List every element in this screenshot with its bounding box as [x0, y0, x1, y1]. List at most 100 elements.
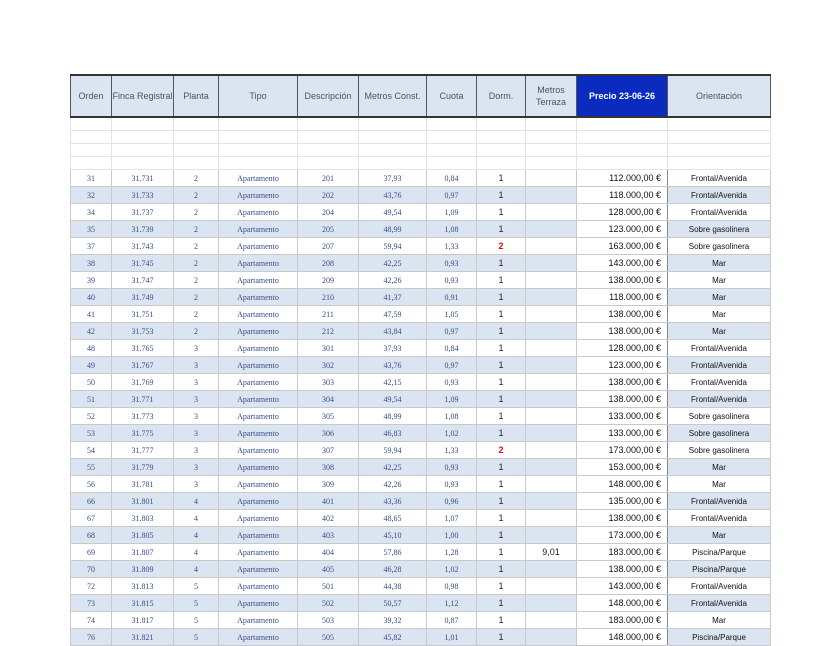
cell-orientacion[interactable]: Mar [667, 475, 771, 493]
cell-cuota[interactable]: 0,97 [426, 186, 477, 204]
cell-cuota[interactable]: 0,97 [426, 322, 477, 340]
cell-cuota[interactable]: 1,28 [426, 543, 477, 561]
header-orientacion[interactable]: Orientación [667, 74, 771, 118]
cell-dorm[interactable]: 1 [476, 560, 526, 578]
cell-metros-const[interactable]: 43,76 [358, 356, 427, 374]
cell-orden[interactable]: 69 [70, 543, 112, 561]
cell-finca-registral[interactable]: 31.773 [111, 407, 174, 425]
cell-orden[interactable]: 55 [70, 458, 112, 476]
header-metros-const[interactable]: Metros Const. [358, 74, 427, 118]
cell-orden[interactable]: 35 [70, 220, 112, 238]
cell-descripcion[interactable]: 307 [297, 441, 359, 459]
header-dorm[interactable]: Dorm. [476, 74, 526, 118]
cell-dorm[interactable]: 1 [476, 339, 526, 357]
cell-orden[interactable]: 48 [70, 339, 112, 357]
cell-metros-const[interactable]: 48,99 [358, 220, 427, 238]
cell-dorm[interactable]: 1 [476, 390, 526, 408]
cell-metros-const[interactable]: 42,25 [358, 254, 427, 272]
cell-planta[interactable]: 3 [173, 373, 219, 391]
header-descripcion[interactable]: Descripción [297, 74, 359, 118]
cell-cuota[interactable]: 1,09 [426, 390, 477, 408]
cell-finca-registral[interactable]: 31.781 [111, 475, 174, 493]
cell-precio[interactable]: 138.000,00 € [576, 271, 668, 289]
cell-cuota[interactable]: 0,93 [426, 475, 477, 493]
cell-tipo[interactable]: Apartamento [218, 220, 298, 238]
cell-metros-const[interactable]: 42,15 [358, 373, 427, 391]
cell-planta[interactable]: 2 [173, 169, 219, 187]
cell-metros-terraza[interactable] [525, 305, 577, 323]
cell-finca-registral[interactable]: 31.815 [111, 594, 174, 612]
cell-tipo[interactable]: Apartamento [218, 169, 298, 187]
cell-planta[interactable]: 2 [173, 220, 219, 238]
cell-dorm[interactable]: 1 [476, 322, 526, 340]
cell-descripcion[interactable]: 301 [297, 339, 359, 357]
cell-metros-const[interactable]: 46,28 [358, 560, 427, 578]
cell-precio[interactable]: 138.000,00 € [576, 560, 668, 578]
cell-tipo[interactable]: Apartamento [218, 441, 298, 459]
cell-planta[interactable]: 5 [173, 594, 219, 612]
cell-finca-registral[interactable]: 31.779 [111, 458, 174, 476]
cell-tipo[interactable]: Apartamento [218, 594, 298, 612]
cell-orden[interactable]: 41 [70, 305, 112, 323]
cell-metros-const[interactable]: 42,26 [358, 475, 427, 493]
cell-metros-terraza[interactable] [525, 407, 577, 425]
cell-tipo[interactable]: Apartamento [218, 424, 298, 442]
cell-cuota[interactable]: 1,33 [426, 237, 477, 255]
cell-descripcion[interactable]: 404 [297, 543, 359, 561]
cell-orden[interactable]: 51 [70, 390, 112, 408]
cell-descripcion[interactable]: 405 [297, 560, 359, 578]
cell-metros-terraza[interactable] [525, 458, 577, 476]
cell-orientacion[interactable]: Mar [667, 305, 771, 323]
cell-cuota[interactable]: 0,93 [426, 271, 477, 289]
cell-descripcion[interactable]: 304 [297, 390, 359, 408]
cell-cuota[interactable]: 1,00 [426, 526, 477, 544]
cell-orientacion[interactable]: Frontal/Avenida [667, 509, 771, 527]
cell-precio[interactable]: 143.000,00 € [576, 254, 668, 272]
cell-finca-registral[interactable]: 31.733 [111, 186, 174, 204]
cell-dorm[interactable]: 1 [476, 220, 526, 238]
cell-precio[interactable]: 112.000,00 € [576, 169, 668, 187]
cell-metros-terraza[interactable] [525, 288, 577, 306]
cell-metros-const[interactable]: 59,94 [358, 441, 427, 459]
cell-cuota[interactable]: 1,05 [426, 305, 477, 323]
cell-planta[interactable]: 5 [173, 577, 219, 595]
cell-finca-registral[interactable]: 31.731 [111, 169, 174, 187]
cell-planta[interactable]: 5 [173, 628, 219, 646]
cell-finca-registral[interactable]: 31.777 [111, 441, 174, 459]
cell-tipo[interactable]: Apartamento [218, 577, 298, 595]
cell-planta[interactable]: 4 [173, 526, 219, 544]
cell-metros-const[interactable]: 49,54 [358, 390, 427, 408]
cell-metros-terraza[interactable] [525, 237, 577, 255]
cell-orientacion[interactable]: Frontal/Avenida [667, 594, 771, 612]
cell-orden[interactable]: 68 [70, 526, 112, 544]
cell-metros-const[interactable]: 37,93 [358, 339, 427, 357]
cell-precio[interactable]: 173.000,00 € [576, 441, 668, 459]
cell-planta[interactable]: 2 [173, 271, 219, 289]
cell-finca-registral[interactable]: 31.817 [111, 611, 174, 629]
cell-precio[interactable]: 123.000,00 € [576, 356, 668, 374]
cell-cuota[interactable]: 0,96 [426, 492, 477, 510]
cell-orden[interactable]: 49 [70, 356, 112, 374]
cell-metros-const[interactable]: 45,10 [358, 526, 427, 544]
cell-dorm[interactable]: 1 [476, 577, 526, 595]
cell-orden[interactable]: 40 [70, 288, 112, 306]
cell-orden[interactable]: 73 [70, 594, 112, 612]
cell-orientacion[interactable]: Frontal/Avenida [667, 203, 771, 221]
cell-orden[interactable]: 38 [70, 254, 112, 272]
cell-orientacion[interactable]: Frontal/Avenida [667, 373, 771, 391]
cell-tipo[interactable]: Apartamento [218, 458, 298, 476]
cell-metros-terraza[interactable] [525, 441, 577, 459]
cell-tipo[interactable]: Apartamento [218, 475, 298, 493]
cell-finca-registral[interactable]: 31.743 [111, 237, 174, 255]
cell-descripcion[interactable]: 209 [297, 271, 359, 289]
cell-orden[interactable]: 54 [70, 441, 112, 459]
cell-tipo[interactable]: Apartamento [218, 492, 298, 510]
cell-tipo[interactable]: Apartamento [218, 254, 298, 272]
cell-tipo[interactable]: Apartamento [218, 339, 298, 357]
cell-tipo[interactable]: Apartamento [218, 322, 298, 340]
cell-descripcion[interactable]: 212 [297, 322, 359, 340]
cell-planta[interactable]: 4 [173, 492, 219, 510]
cell-orientacion[interactable]: Mar [667, 271, 771, 289]
cell-tipo[interactable]: Apartamento [218, 186, 298, 204]
cell-finca-registral[interactable]: 31.775 [111, 424, 174, 442]
